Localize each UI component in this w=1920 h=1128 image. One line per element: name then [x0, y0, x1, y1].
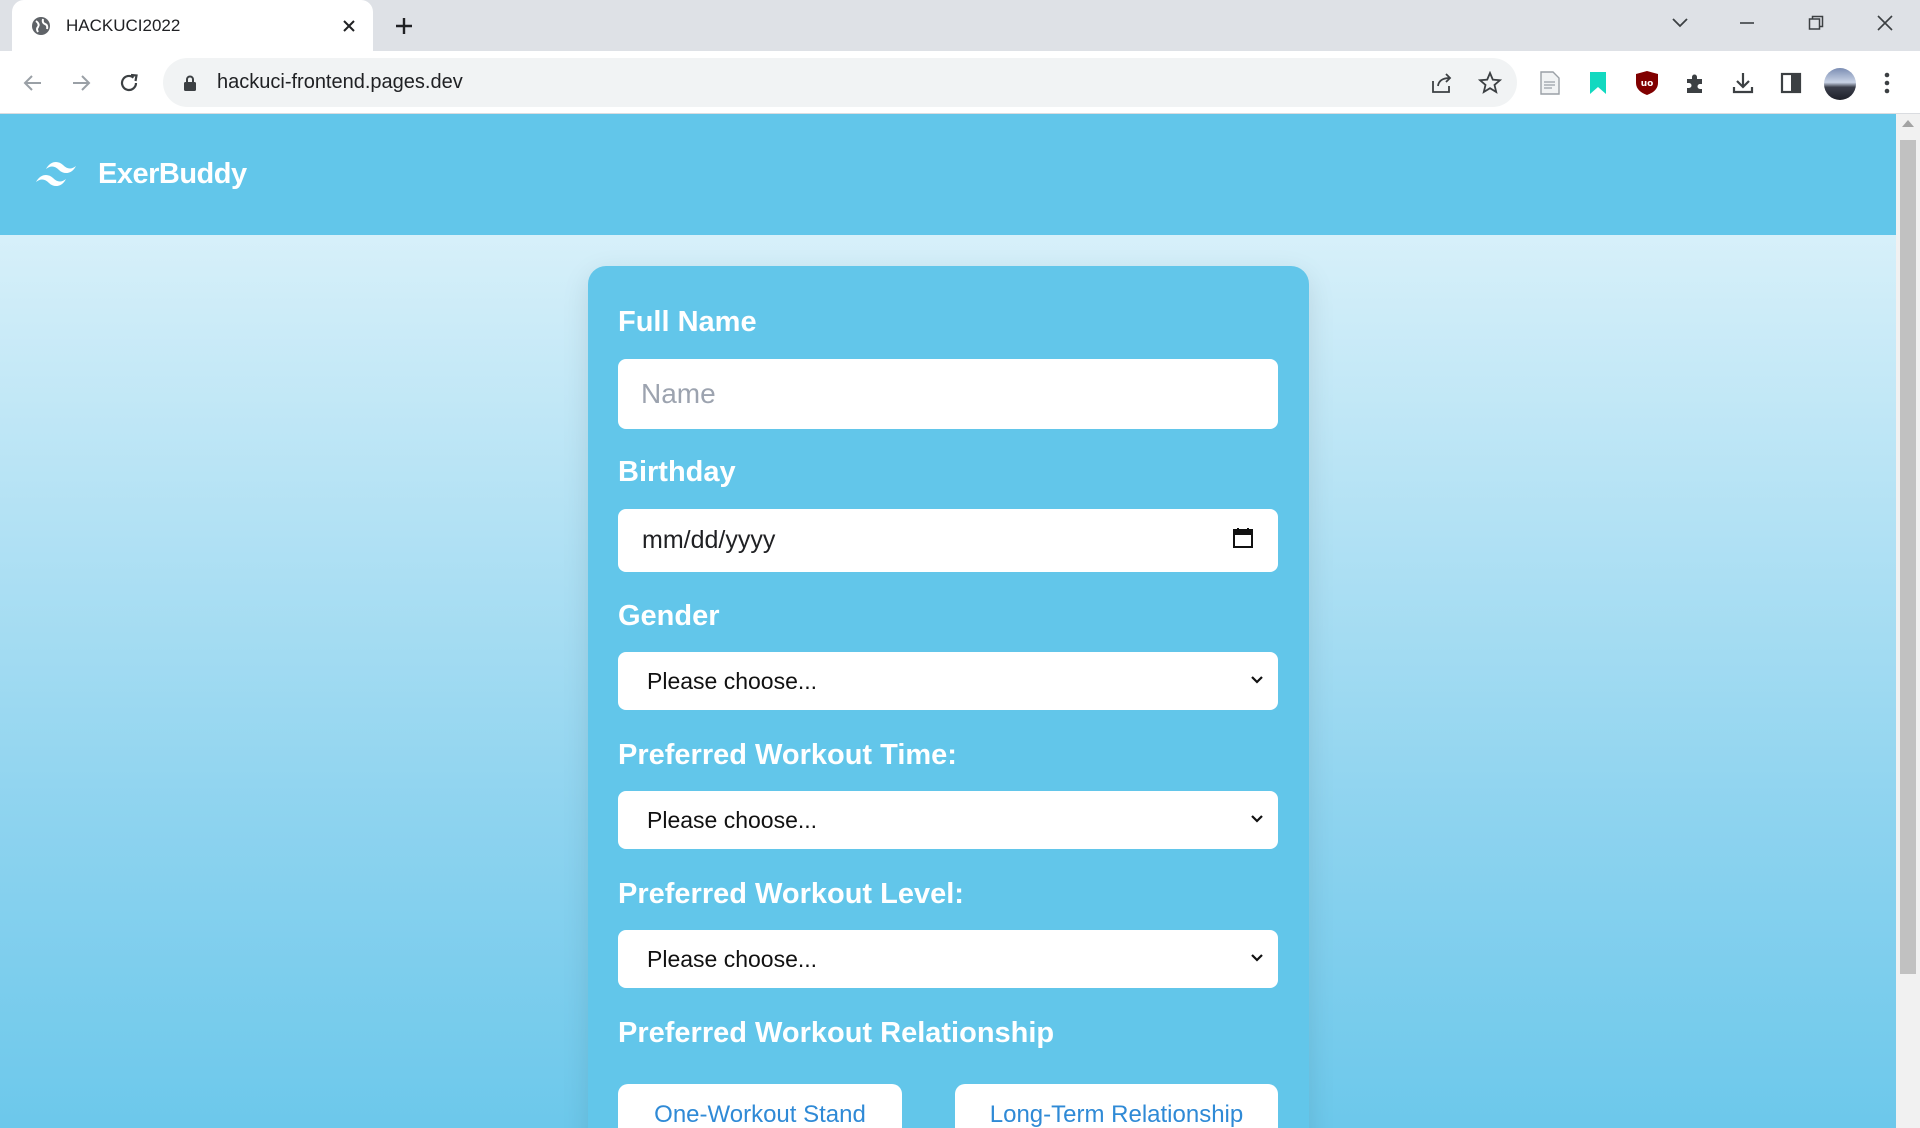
reload-icon[interactable] [113, 67, 145, 99]
relationship-label: Preferred Workout Relationship [618, 1017, 1055, 1049]
long-term-relationship-button[interactable]: Long-Term Relationship [955, 1084, 1278, 1128]
page-scrollbar[interactable] [1896, 114, 1920, 1128]
browser-tab[interactable]: HACKUCI2022 [12, 0, 373, 51]
gender-label: Gender [618, 600, 720, 632]
workout-time-label: Preferred Workout Time: [618, 739, 957, 771]
close-window-icon[interactable] [1865, 8, 1905, 38]
profile-avatar[interactable] [1824, 68, 1856, 100]
workout-time-selected-value: Please choose... [647, 806, 818, 833]
svg-text:uo: uo [1641, 79, 1654, 89]
chevron-down-icon [1250, 950, 1264, 968]
bookmark-extension-icon[interactable] [1583, 68, 1613, 98]
side-panel-icon[interactable] [1776, 68, 1806, 98]
close-tab-icon[interactable] [337, 14, 361, 38]
minimize-icon[interactable] [1727, 8, 1767, 38]
site-header: ExerBuddy [0, 114, 1896, 235]
chevron-down-icon [1250, 672, 1264, 690]
brand-name[interactable]: ExerBuddy [98, 158, 247, 191]
birthday-date-text: mm/dd/yyyy [642, 526, 776, 554]
browser-toolbar: hackuci-frontend.pages.dev uo [0, 51, 1920, 114]
full-name-input[interactable] [618, 359, 1278, 429]
scrollbar-thumb[interactable] [1900, 140, 1916, 974]
page-viewport: ExerBuddy Full Name Birthday mm/dd/yyyy … [0, 114, 1920, 1128]
signup-form-card: Full Name Birthday mm/dd/yyyy Gender Ple… [588, 266, 1309, 1128]
ublock-icon[interactable]: uo [1632, 68, 1662, 98]
one-workout-stand-button[interactable]: One-Workout Stand [618, 1084, 902, 1128]
reader-mode-icon[interactable] [1535, 68, 1565, 98]
globe-icon [30, 15, 52, 37]
birthday-label: Birthday [618, 456, 736, 488]
workout-level-label: Preferred Workout Level: [618, 878, 964, 910]
tab-search-icon[interactable] [1660, 8, 1700, 38]
restore-icon[interactable] [1796, 8, 1836, 38]
kebab-menu-icon[interactable] [1872, 68, 1902, 98]
birthday-date-input[interactable]: mm/dd/yyyy [618, 509, 1278, 572]
chevron-down-icon [1250, 811, 1264, 829]
address-bar[interactable]: hackuci-frontend.pages.dev [163, 58, 1517, 107]
url-text: hackuci-frontend.pages.dev [217, 71, 463, 93]
gender-select[interactable]: Please choose... [618, 652, 1278, 710]
workout-time-select[interactable]: Please choose... [618, 791, 1278, 849]
workout-level-select[interactable]: Please choose... [618, 930, 1278, 988]
workout-level-selected-value: Please choose... [647, 945, 818, 972]
new-tab-icon[interactable] [390, 12, 418, 40]
share-icon[interactable] [1427, 68, 1457, 98]
forward-icon[interactable] [65, 67, 97, 99]
wave-logo-icon[interactable] [34, 158, 84, 192]
calendar-icon[interactable] [1232, 527, 1254, 554]
browser-tabstrip: HACKUCI2022 [0, 0, 1920, 51]
tab-title: HACKUCI2022 [66, 15, 181, 35]
extensions-puzzle-icon[interactable] [1680, 68, 1710, 98]
lock-icon[interactable] [181, 74, 199, 92]
bookmark-star-icon[interactable] [1475, 68, 1505, 98]
download-icon[interactable] [1728, 68, 1758, 98]
gender-selected-value: Please choose... [647, 667, 818, 694]
back-icon[interactable] [17, 67, 49, 99]
full-name-label: Full Name [618, 306, 757, 338]
scroll-up-arrow-icon[interactable] [1902, 120, 1914, 127]
